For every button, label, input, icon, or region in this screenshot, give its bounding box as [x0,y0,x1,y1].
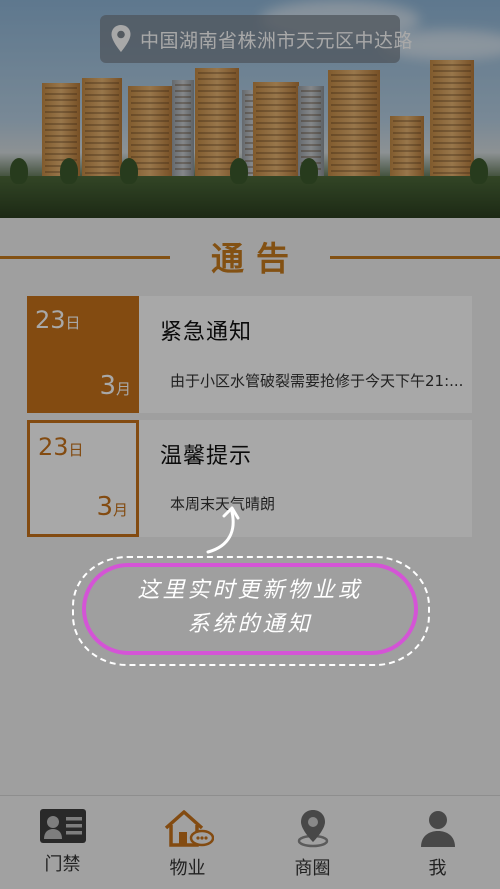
notice-title: 通告 [211,239,301,278]
nav-label: 物业 [169,858,206,879]
location-bar[interactable]: 中国湖南省株洲市天元区中达路 [100,15,413,63]
notice-card-body: 由于小区水管破裂需要抢修于今天下午21:... [170,372,464,390]
date-day: 23日 [38,433,84,461]
nav-label: 我 [428,858,447,879]
nav-item-business[interactable]: 商圈 [250,796,375,889]
location-text: 中国湖南省株洲市天元区中达路 [140,29,414,52]
user-icon [420,811,455,847]
house-icon [164,810,214,847]
curved-arrow-icon [206,506,240,554]
map-pin-icon [111,25,131,52]
notice-card-title: 温馨提示 [160,444,253,469]
notice-card[interactable]: 23日 3月 温馨提示 本周末天气晴朗 [27,420,472,537]
nav-item-property[interactable]: 物业 [125,796,250,889]
date-month: 3月 [99,371,131,401]
date-block: 23日 3月 [27,296,139,413]
date-day: 23日 [35,306,81,334]
notice-card-title: 紧急通知 [160,320,253,345]
hero-banner-image: 中国湖南省株洲市天元区中达路 [0,0,500,218]
nav-item-access[interactable]: 门禁 [0,796,125,889]
map-pin-icon [297,810,328,848]
notice-header: 通告 [0,232,500,282]
nav-label: 商圈 [294,858,331,879]
tutorial-text: 这里实时更新物业或 系统的通知 [82,574,418,642]
date-month: 3月 [96,492,128,522]
tutorial-line: 这里实时更新物业或 [137,578,363,603]
nav-item-me[interactable]: 我 [375,796,500,889]
nav-label: 门禁 [44,854,81,875]
bottom-nav: 门禁 物业 商圈 我 [0,795,500,889]
notice-card[interactable]: 23日 3月 紧急通知 由于小区水管破裂需要抢修于今天下午21:... [27,296,472,413]
date-block: 23日 3月 [27,420,139,537]
id-card-icon [39,809,86,843]
tutorial-line: 系统的通知 [187,612,313,637]
